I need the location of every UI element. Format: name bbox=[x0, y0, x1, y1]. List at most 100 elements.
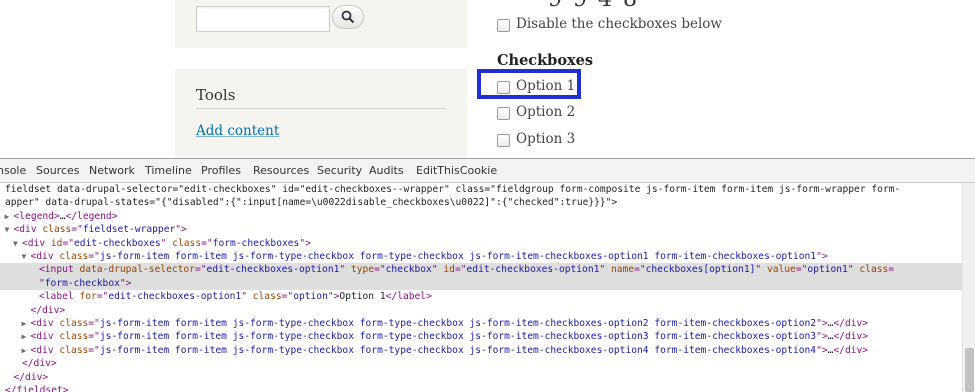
option3-checkbox[interactable] bbox=[497, 134, 510, 147]
tab-security[interactable]: Security bbox=[317, 164, 362, 177]
dom-tree-line[interactable]: </div> bbox=[0, 357, 962, 370]
code-token: checkbox bbox=[385, 264, 432, 276]
devtools-tabbar: nsole Sources Network Timeline Profiles … bbox=[0, 159, 975, 183]
code-token: " bbox=[755, 264, 767, 276]
tab-timeline[interactable]: Timeline bbox=[145, 164, 192, 177]
code-token: fieldset data-drupal-selector="edit-chec… bbox=[5, 184, 901, 195]
tab-network[interactable]: Network bbox=[89, 164, 135, 177]
dom-tree-line[interactable]: ▶ <div class="js-form-item form-item js-f… bbox=[0, 330, 962, 343]
dom-tree-line[interactable]: ▼ <div id="edit-checkboxes" class="form-c… bbox=[0, 237, 962, 250]
code-token: =" bbox=[88, 331, 100, 343]
tab-resources[interactable]: Resources bbox=[253, 164, 309, 177]
dom-tree-line[interactable]: <label for="edit-checkboxes-option1" cla… bbox=[0, 290, 962, 303]
code-token: " bbox=[241, 291, 253, 303]
dom-tree-code: apper" data-drupal-states="{"disabled":{… bbox=[5, 196, 617, 209]
tab-audits[interactable]: Audits bbox=[369, 164, 404, 177]
divider bbox=[196, 108, 446, 109]
dom-tree-line[interactable]: ▼ <div class="js-form-item form-item js-f… bbox=[0, 250, 962, 263]
code-token: =" bbox=[634, 264, 646, 276]
expand-triangle-icon[interactable]: ▶ bbox=[22, 330, 27, 343]
scrollbar-thumb[interactable] bbox=[965, 348, 974, 392]
code-token: "> bbox=[816, 318, 828, 329]
dom-tree-line[interactable]: fieldset data-drupal-selector="edit-chec… bbox=[0, 183, 962, 196]
code-token: <div bbox=[22, 237, 51, 249]
dom-tree-code: <div class="js-form-item form-item js-fo… bbox=[31, 344, 869, 357]
code-token: "> bbox=[816, 251, 828, 262]
collapse-triangle-icon[interactable]: ▼ bbox=[22, 250, 27, 263]
dom-tree-code: <div id="edit-checkboxes" class="form-ch… bbox=[22, 237, 311, 250]
dom-tree-line[interactable]: "form-checkbox"> bbox=[0, 276, 962, 291]
code-token: </div> bbox=[13, 371, 49, 383]
dom-tree-line[interactable]: apper" data-drupal-states="{"disabled":{… bbox=[0, 196, 962, 209]
code-token: =" bbox=[96, 291, 109, 303]
dom-tree-line[interactable]: </div> bbox=[0, 304, 962, 317]
code-token: </div> bbox=[833, 331, 869, 343]
dom-tree-line[interactable]: ▶ <div class="js-form-item form-item js-f… bbox=[0, 344, 962, 357]
code-token: "> bbox=[119, 277, 132, 289]
code-token: <div bbox=[30, 251, 60, 262]
page-title-fragment: 9 9 4 8 bbox=[548, 0, 639, 12]
tab-console[interactable]: nsole bbox=[0, 164, 26, 177]
tab-sources[interactable]: Sources bbox=[36, 164, 80, 177]
code-token: edit-checkboxes-option1 bbox=[206, 264, 340, 276]
code-token: = bbox=[888, 264, 895, 276]
dom-tree-code: <label for="edit-checkboxes-option1" cla… bbox=[39, 290, 432, 303]
dom-tree-code: <div class="js-form-item form-item js-fo… bbox=[31, 317, 869, 330]
elements-scrollbar[interactable] bbox=[962, 183, 975, 392]
code-token: =" bbox=[194, 264, 207, 276]
code-token: =" bbox=[454, 264, 467, 276]
expand-triangle-icon[interactable]: ▶ bbox=[5, 210, 10, 223]
code-token: <label bbox=[39, 291, 80, 303]
collapse-triangle-icon[interactable]: ▼ bbox=[5, 223, 10, 236]
code-token: =" bbox=[71, 224, 83, 236]
code-token: form-checkboxes bbox=[212, 237, 300, 249]
dom-tree-code: </div> bbox=[14, 371, 49, 384]
elements-tree[interactable]: fieldset data-drupal-selector="edit-chec… bbox=[0, 183, 962, 392]
code-token: class bbox=[59, 251, 89, 262]
tab-profiles[interactable]: Profiles bbox=[201, 164, 241, 177]
code-token: <legend> bbox=[13, 210, 60, 222]
dom-tree-line[interactable]: ▼ <div class="fieldset-wrapper"> bbox=[0, 223, 962, 236]
expand-triangle-icon[interactable]: ▶ bbox=[22, 344, 27, 357]
disable-checkbox-label[interactable]: Disable the checkboxes below bbox=[516, 16, 722, 32]
code-token: =" bbox=[62, 237, 75, 249]
dom-tree-code: </div> bbox=[31, 304, 66, 317]
checkboxes-heading: Checkboxes bbox=[497, 52, 594, 69]
disable-checkbox[interactable] bbox=[497, 19, 510, 32]
tab-editthiscookie[interactable]: EditThisCookie bbox=[416, 164, 497, 177]
dom-tree-line[interactable]: ▶ <legend>…</legend> bbox=[0, 210, 962, 223]
code-token: option bbox=[293, 291, 328, 303]
code-token: type bbox=[350, 264, 375, 276]
code-token: name bbox=[610, 264, 635, 276]
code-token: " bbox=[160, 237, 173, 249]
code-token: </div> bbox=[30, 304, 66, 316]
code-token: value bbox=[766, 264, 796, 276]
code-token: </div> bbox=[22, 358, 57, 370]
code-token: id bbox=[50, 237, 63, 249]
code-token: apper" data-drupal-states="{"disabled":{… bbox=[5, 197, 618, 209]
search-button[interactable] bbox=[332, 5, 364, 29]
dom-tree-line[interactable]: </div> bbox=[0, 371, 962, 384]
code-token: class bbox=[59, 344, 89, 356]
expand-triangle-icon[interactable]: ▶ bbox=[22, 317, 27, 330]
code-token: " bbox=[847, 264, 860, 276]
code-token: "> bbox=[327, 291, 340, 303]
code-token: =" bbox=[88, 344, 100, 356]
dom-tree-line[interactable]: ▶ <div class="js-form-item form-item js-f… bbox=[0, 317, 962, 330]
inspect-highlight-box bbox=[477, 69, 581, 99]
code-token: "> bbox=[175, 224, 187, 236]
option2-checkbox[interactable] bbox=[497, 107, 510, 120]
option2-label[interactable]: Option 2 bbox=[516, 104, 575, 120]
dom-tree-code: <input data-drupal-selector="edit-checkb… bbox=[39, 263, 894, 276]
search-input[interactable] bbox=[196, 6, 330, 32]
add-content-link[interactable]: Add content bbox=[196, 123, 279, 139]
dom-tree-code: <legend>…</legend> bbox=[14, 210, 118, 223]
collapse-triangle-icon[interactable]: ▼ bbox=[13, 237, 18, 250]
code-token: class bbox=[172, 237, 202, 249]
page-content: Tools Add content 9 9 4 8 Disable the ch… bbox=[0, 0, 975, 158]
code-token: class bbox=[59, 331, 89, 343]
dom-tree-line[interactable]: <input data-drupal-selector="edit-checkb… bbox=[0, 263, 962, 277]
code-token: =" bbox=[281, 291, 294, 303]
option3-label[interactable]: Option 3 bbox=[516, 131, 575, 147]
code-token: =" bbox=[374, 264, 386, 276]
